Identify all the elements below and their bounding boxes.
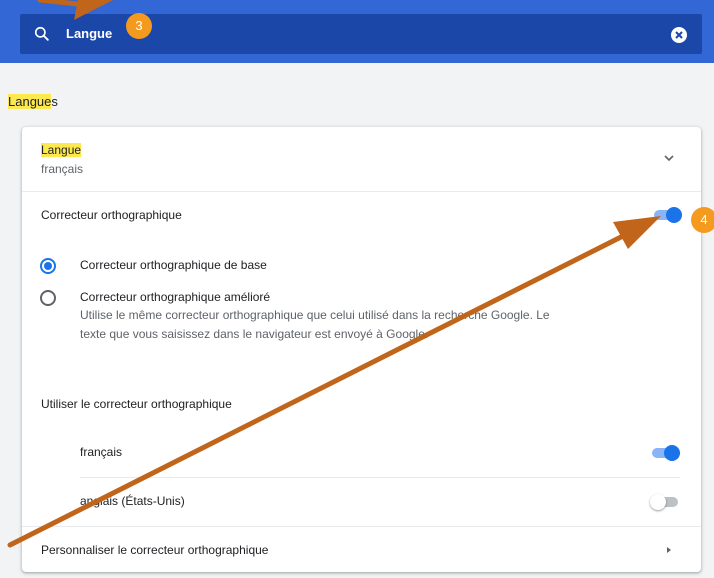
spellcheck-languages-heading: Utiliser le correcteur orthographique bbox=[41, 397, 232, 411]
search-box[interactable]: Langue 3 bbox=[20, 13, 702, 54]
search-input[interactable]: Langue bbox=[66, 26, 112, 41]
section-title: Langues bbox=[8, 94, 58, 109]
spellcheck-language-label: anglais (États-Unis) bbox=[80, 494, 185, 508]
arrow-right-icon bbox=[667, 547, 671, 553]
settings-header: Langue 3 bbox=[0, 0, 714, 63]
spellcheck-language-label: français bbox=[80, 445, 123, 459]
search-icon bbox=[34, 26, 49, 41]
enhanced-spellcheck-radio[interactable] bbox=[40, 290, 56, 306]
basic-spellcheck-label: Correcteur orthographique de base bbox=[80, 258, 267, 272]
spellcheck-language-toggle[interactable] bbox=[650, 494, 680, 510]
customize-spellcheck-label: Personnaliser le correcteur orthographiq… bbox=[41, 543, 269, 557]
chevron-down-icon[interactable] bbox=[663, 153, 675, 163]
customize-spellcheck-row[interactable]: Personnaliser le correcteur orthographiq… bbox=[22, 527, 701, 572]
divider bbox=[22, 191, 701, 192]
annotation-badge-4: 4 bbox=[691, 207, 714, 233]
spellcheck-toggle[interactable] bbox=[652, 207, 682, 223]
enhanced-spellcheck-description: Utilise le même correcteur orthographiqu… bbox=[80, 308, 550, 341]
divider bbox=[80, 477, 680, 478]
language-label: Langue bbox=[41, 143, 82, 157]
language-value: français bbox=[41, 162, 84, 176]
spellcheck-language-toggle[interactable] bbox=[650, 445, 680, 461]
languages-card: Langue français Correcteur orthographiqu… bbox=[22, 127, 714, 572]
language-row[interactable]: Langue français bbox=[22, 127, 701, 191]
enhanced-spellcheck-label: Correcteur orthographique amélioré bbox=[80, 290, 271, 304]
spellcheck-label: Correcteur orthographique bbox=[41, 208, 182, 222]
clear-search-icon[interactable] bbox=[671, 27, 687, 43]
basic-spellcheck-radio[interactable] bbox=[40, 258, 56, 274]
annotation-badge-3: 3 bbox=[126, 13, 152, 39]
